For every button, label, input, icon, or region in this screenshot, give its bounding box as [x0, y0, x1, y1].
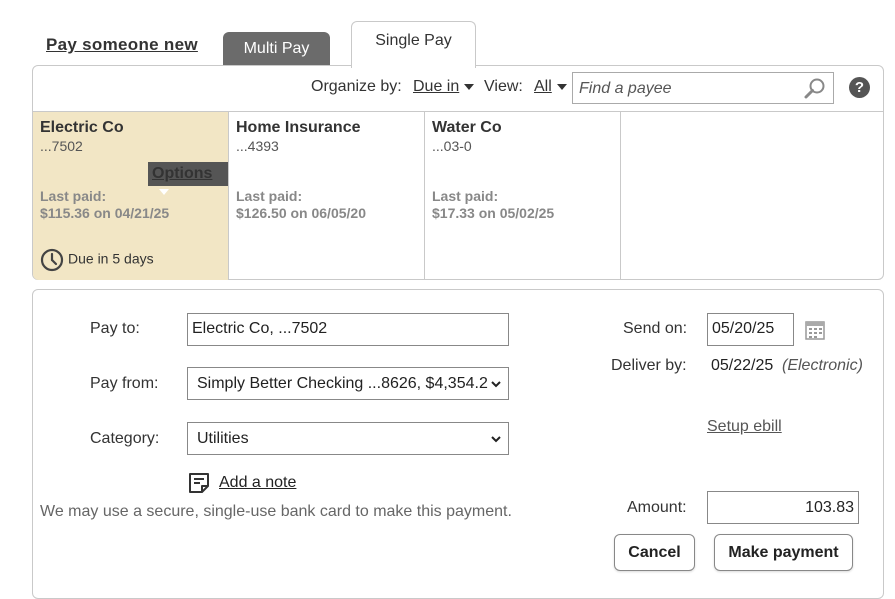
- payee-account: ...03-0: [432, 138, 472, 154]
- add-note-link[interactable]: Add a note: [219, 474, 296, 492]
- calendar-icon[interactable]: [805, 320, 825, 340]
- category-select[interactable]: Utilities: [187, 422, 509, 455]
- payee-name: Electric Co: [40, 119, 124, 136]
- payee-name: Water Co: [432, 119, 502, 136]
- amount-input[interactable]: 103.83: [707, 491, 859, 524]
- cancel-button[interactable]: Cancel: [614, 534, 695, 571]
- last-paid-label: Last paid:: [40, 188, 107, 204]
- payee-card-water-co[interactable]: Water Co ...03-0 Last paid: $17.33 on 05…: [425, 112, 621, 280]
- caret-down-icon: [464, 83, 475, 90]
- deliver-by-label: Deliver by:: [611, 357, 687, 374]
- tab-multi-pay[interactable]: Multi Pay: [223, 32, 330, 66]
- pay-to-field[interactable]: Electric Co, ...7502: [187, 313, 509, 346]
- send-on-date-field[interactable]: 05/20/25: [707, 313, 794, 346]
- category-value: Utilities: [197, 430, 249, 447]
- chevron-down-icon: [491, 436, 501, 443]
- chevron-down-icon: [491, 381, 501, 388]
- help-icon[interactable]: ?: [849, 77, 870, 98]
- pay-from-select[interactable]: Simply Better Checking ...8626, $4,354.2: [187, 367, 509, 400]
- last-paid: Last paid: $17.33 on 05/02/25: [432, 188, 554, 222]
- find-payee-box: [572, 72, 834, 104]
- pay-someone-new-link[interactable]: Pay someone new: [46, 35, 198, 55]
- payee-name: Home Insurance: [236, 119, 361, 136]
- send-on-label: Send on:: [623, 320, 688, 337]
- organize-by-label: Organize by:: [311, 78, 402, 95]
- pay-from-label: Pay from:: [90, 375, 159, 392]
- search-icon[interactable]: [803, 77, 827, 101]
- due-status: Due in 5 days: [40, 248, 154, 272]
- organize-by-dropdown[interactable]: Due in: [413, 78, 475, 96]
- setup-ebill-link[interactable]: Setup ebill: [707, 418, 782, 436]
- pay-from-value: Simply Better Checking ...8626, $4,354.2: [197, 375, 488, 392]
- payee-account: ...4393: [236, 138, 279, 154]
- find-payee-input[interactable]: [577, 77, 801, 101]
- last-paid: Last paid: $115.36 on 04/21/25: [40, 188, 169, 222]
- deliver-method: (Electronic): [782, 357, 863, 374]
- last-paid-label: Last paid:: [432, 188, 499, 204]
- payee-card-electric-co[interactable]: Electric Co ...7502 Options Last paid: $…: [33, 112, 229, 280]
- last-paid-value: $17.33 on 05/02/25: [432, 205, 555, 221]
- view-label: View:: [484, 78, 523, 95]
- options-label: Options: [152, 165, 213, 182]
- category-label: Category:: [90, 430, 160, 447]
- payee-account: ...7502: [40, 138, 83, 154]
- deliver-by-value: 05/22/25: [711, 357, 774, 374]
- last-paid-label: Last paid:: [236, 188, 303, 204]
- amount-label: Amount:: [627, 499, 687, 516]
- tab-single-pay[interactable]: Single Pay: [351, 21, 476, 68]
- last-paid-value: $115.36 on 04/21/25: [40, 205, 170, 221]
- options-button[interactable]: Options: [148, 162, 228, 196]
- caret-down-icon: [556, 83, 567, 90]
- due-text: Due in 5 days: [68, 250, 154, 267]
- organize-by-value: Due in: [413, 78, 460, 95]
- note-icon[interactable]: [187, 471, 211, 495]
- last-paid-value: $126.50 on 06/05/20: [236, 205, 366, 221]
- payee-card-home-insurance[interactable]: Home Insurance ...4393 Last paid: $126.5…: [229, 112, 425, 280]
- last-paid: Last paid: $126.50 on 06/05/20: [236, 188, 366, 222]
- make-payment-button[interactable]: Make payment: [714, 534, 853, 571]
- pay-to-label: Pay to:: [90, 320, 140, 337]
- disclaimer-text: We may use a secure, single-use bank car…: [40, 503, 512, 520]
- clock-icon: [40, 248, 64, 272]
- view-dropdown[interactable]: All: [534, 78, 567, 96]
- view-value: All: [534, 78, 552, 95]
